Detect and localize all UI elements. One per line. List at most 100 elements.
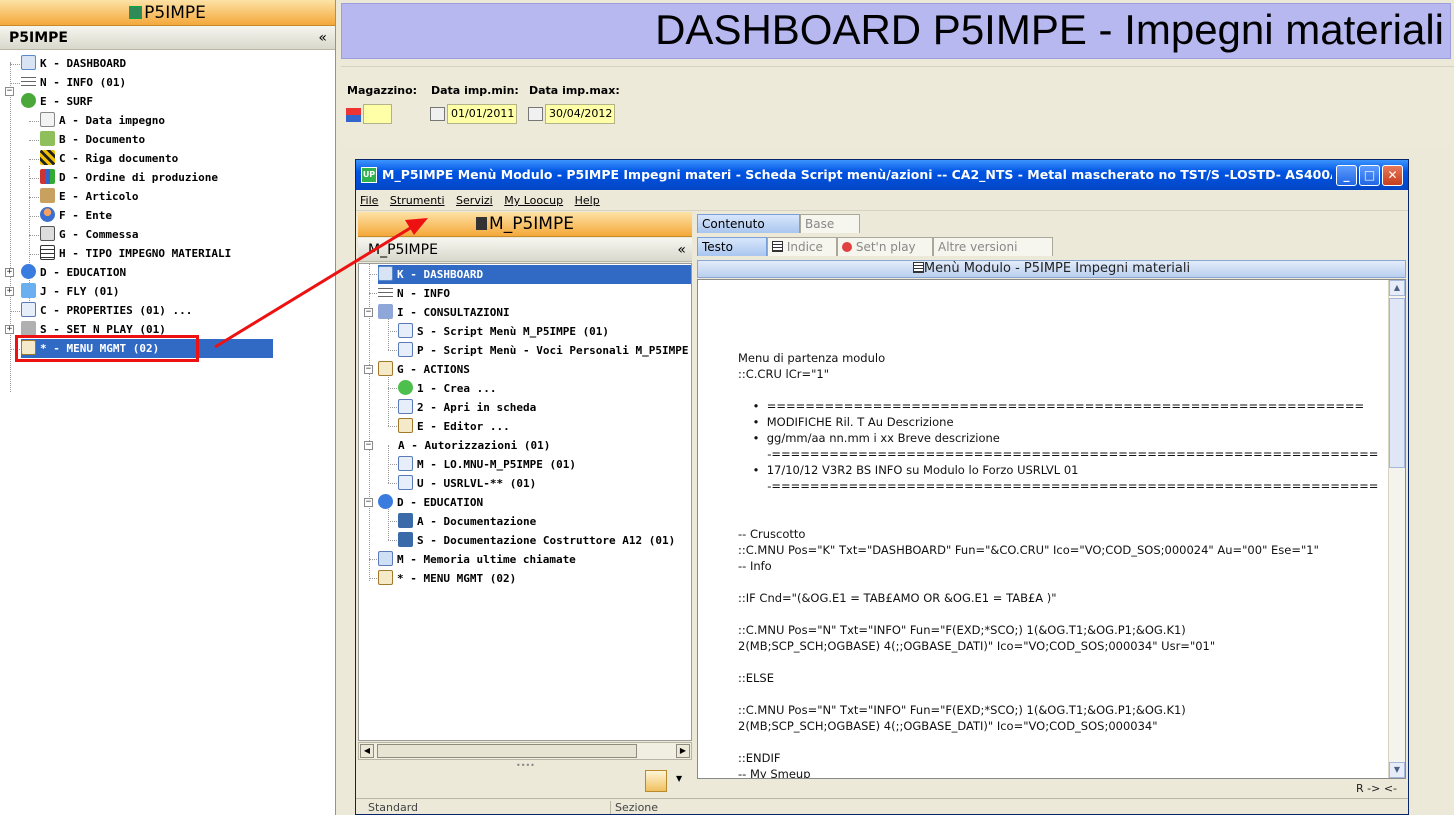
collapse-panel-button[interactable]: « bbox=[318, 26, 327, 50]
inner-tree: K - DASHBOARD N - INFO − I - CONSULTAZIO… bbox=[358, 263, 692, 741]
calendar-icon[interactable] bbox=[528, 107, 543, 121]
info-icon bbox=[378, 494, 393, 509]
document-icon bbox=[40, 131, 55, 146]
scroll-thumb[interactable] bbox=[377, 744, 637, 758]
dashboard-icon bbox=[378, 266, 393, 281]
minimize-button[interactable]: _ bbox=[1336, 165, 1357, 186]
inner-item-documentazione-costruttore[interactable]: S - Documentazione Costruttore A12 (01) bbox=[398, 531, 675, 550]
inner-panel-header: M_P5IMPE « bbox=[358, 238, 692, 262]
tree-item-ordine-produzione[interactable]: D - Ordine di produzione bbox=[40, 168, 218, 187]
inner-item-info[interactable]: N - INFO bbox=[378, 284, 450, 303]
inner-item-documentazione[interactable]: A - Documentazione bbox=[398, 512, 536, 531]
menu-servizi[interactable]: Servizi bbox=[456, 194, 493, 207]
tab-indice[interactable]: Indice bbox=[767, 237, 837, 256]
menu-file[interactable]: File bbox=[360, 194, 378, 207]
content-vscrollbar[interactable]: ▲ ▼ bbox=[1388, 280, 1405, 778]
window-menubar: File Strumenti Servizi My Loocup Help bbox=[356, 190, 1408, 211]
expand-toggle[interactable]: + bbox=[5, 325, 14, 334]
tree-item-documento[interactable]: B - Documento bbox=[40, 130, 145, 149]
calendar-icon bbox=[40, 112, 55, 127]
inner-item-menu-mgmt[interactable]: * - MENU MGMT (02) bbox=[378, 569, 516, 588]
tree-item-data-impegno[interactable]: A - Data impegno bbox=[40, 111, 165, 130]
tools-icon bbox=[40, 226, 55, 241]
collapse-toggle[interactable]: − bbox=[364, 308, 373, 317]
scroll-up-icon[interactable]: ▲ bbox=[1389, 280, 1405, 296]
inner-tree-hscrollbar[interactable]: ◀ ▶ bbox=[358, 742, 692, 760]
close-button[interactable]: ✕ bbox=[1382, 165, 1403, 186]
tab-altre-versioni[interactable]: Altre versioni bbox=[933, 237, 1053, 256]
expand-toggle[interactable]: + bbox=[5, 268, 14, 277]
scroll-down-icon[interactable]: ▼ bbox=[1389, 762, 1405, 778]
tree-item-tipo-impegno[interactable]: H - TIPO IMPEGNO MATERIALI bbox=[40, 244, 231, 263]
menu-my-loocup[interactable]: My Loocup bbox=[504, 194, 563, 207]
status-bar: Standard Sezione bbox=[356, 798, 1408, 814]
tab-base[interactable]: Base bbox=[800, 214, 860, 233]
tree-item-commessa[interactable]: G - Commessa bbox=[40, 225, 138, 244]
inner-item-actions[interactable]: G - ACTIONS bbox=[378, 360, 470, 379]
edit-icon bbox=[378, 570, 393, 585]
inner-item-script-menu-voci[interactable]: P - Script Menù - Voci Personali M_P5IMP… bbox=[398, 341, 689, 360]
scroll-right-icon[interactable]: ▶ bbox=[676, 744, 690, 758]
inner-item-consultazioni[interactable]: I - CONSULTAZIONI bbox=[378, 303, 510, 322]
tree-item-surf[interactable]: E - SURF bbox=[21, 92, 93, 111]
magazzino-input[interactable] bbox=[363, 104, 392, 124]
window-titlebar[interactable]: UP M_P5IMPE Menù Modulo - P5IMPE Impegni… bbox=[356, 160, 1408, 190]
collapse-inner-panel-button[interactable]: « bbox=[677, 238, 686, 262]
tab-testo[interactable]: Testo bbox=[697, 237, 767, 256]
collapse-toggle[interactable]: − bbox=[364, 441, 373, 450]
tree-line bbox=[10, 62, 11, 392]
grid-icon bbox=[378, 304, 393, 319]
tree-item-education[interactable]: D - EDUCATION bbox=[21, 263, 126, 282]
tree-item-riga-documento[interactable]: C - Riga documento bbox=[40, 149, 178, 168]
data-min-input[interactable]: 01/01/2011 bbox=[447, 104, 517, 124]
menu-strumenti[interactable]: Strumenti bbox=[390, 194, 445, 207]
collapse-toggle[interactable]: − bbox=[364, 498, 373, 507]
window-title: M_P5IMPE Menù Modulo - P5IMPE Impegni ma… bbox=[382, 167, 1332, 182]
inner-item-autorizzazioni[interactable]: A - Autorizzazioni (01) bbox=[398, 436, 550, 455]
cursor-indicator: R -> <- bbox=[1356, 782, 1398, 795]
inner-item-apri-in-scheda[interactable]: 2 - Apri in scheda bbox=[398, 398, 536, 417]
inner-panel-title: M_P5IMPE bbox=[358, 212, 692, 237]
tab-set-n-play[interactable]: Set'n play bbox=[837, 237, 933, 256]
paste-icon[interactable] bbox=[645, 770, 667, 792]
inner-item-crea[interactable]: 1 - Crea ... bbox=[398, 379, 496, 398]
list-icon bbox=[21, 74, 36, 89]
scroll-left-icon[interactable]: ◀ bbox=[360, 744, 374, 758]
inner-item-editor[interactable]: E - Editor ... bbox=[398, 417, 510, 436]
splitter-grip-icon[interactable]: •••• bbox=[516, 761, 535, 770]
tree-item-fly[interactable]: J - FLY (01) bbox=[21, 282, 119, 301]
list-icon bbox=[378, 285, 393, 300]
inner-item-lo-mnu[interactable]: M - LO.MNU-M_P5IMPE (01) bbox=[398, 455, 576, 474]
properties-icon bbox=[398, 323, 413, 338]
collapse-toggle[interactable]: − bbox=[5, 87, 14, 96]
tab-contenuto[interactable]: Contenuto bbox=[697, 214, 800, 233]
tree-item-info[interactable]: N - INFO (01) bbox=[21, 73, 126, 92]
inner-item-usrlvl[interactable]: U - USRLVL-** (01) bbox=[398, 474, 536, 493]
table-icon bbox=[476, 217, 488, 230]
data-max-input[interactable]: 30/04/2012 bbox=[545, 104, 615, 124]
inner-item-memoria[interactable]: M - Memoria ultime chiamate bbox=[378, 550, 576, 569]
menu-help[interactable]: Help bbox=[575, 194, 600, 207]
tree-item-articolo[interactable]: E - Articolo bbox=[40, 187, 138, 206]
tree-item-ente[interactable]: F - Ente bbox=[40, 206, 112, 225]
properties-icon bbox=[398, 456, 413, 471]
collapse-toggle[interactable]: − bbox=[364, 365, 373, 374]
properties-icon bbox=[398, 342, 413, 357]
magazzino-label: Magazzino: bbox=[347, 84, 418, 97]
calendar-icon[interactable] bbox=[430, 107, 445, 121]
inner-item-script-menu[interactable]: S - Script Menù M_P5IMPE (01) bbox=[398, 322, 609, 341]
properties-icon bbox=[398, 475, 413, 490]
maximize-button[interactable]: □ bbox=[1359, 165, 1380, 186]
tree-item-dashboard[interactable]: K - DASHBOARD bbox=[21, 54, 126, 73]
app-icon bbox=[129, 6, 143, 19]
dropdown-arrow-icon[interactable]: ▼ bbox=[676, 774, 682, 783]
edit-icon bbox=[398, 418, 413, 433]
script-text-area[interactable]: Menu di partenza modulo ::C.CRU lCr="1" … bbox=[697, 279, 1406, 779]
tree-item-properties[interactable]: C - PROPERTIES (01) ... bbox=[21, 301, 192, 320]
scroll-thumb[interactable] bbox=[1389, 298, 1405, 468]
download-arrow-icon bbox=[21, 283, 36, 298]
inner-item-education[interactable]: D - EDUCATION bbox=[378, 493, 483, 512]
expand-toggle[interactable]: + bbox=[5, 287, 14, 296]
inner-item-dashboard[interactable]: K - DASHBOARD bbox=[378, 265, 691, 284]
person-icon bbox=[40, 207, 55, 222]
